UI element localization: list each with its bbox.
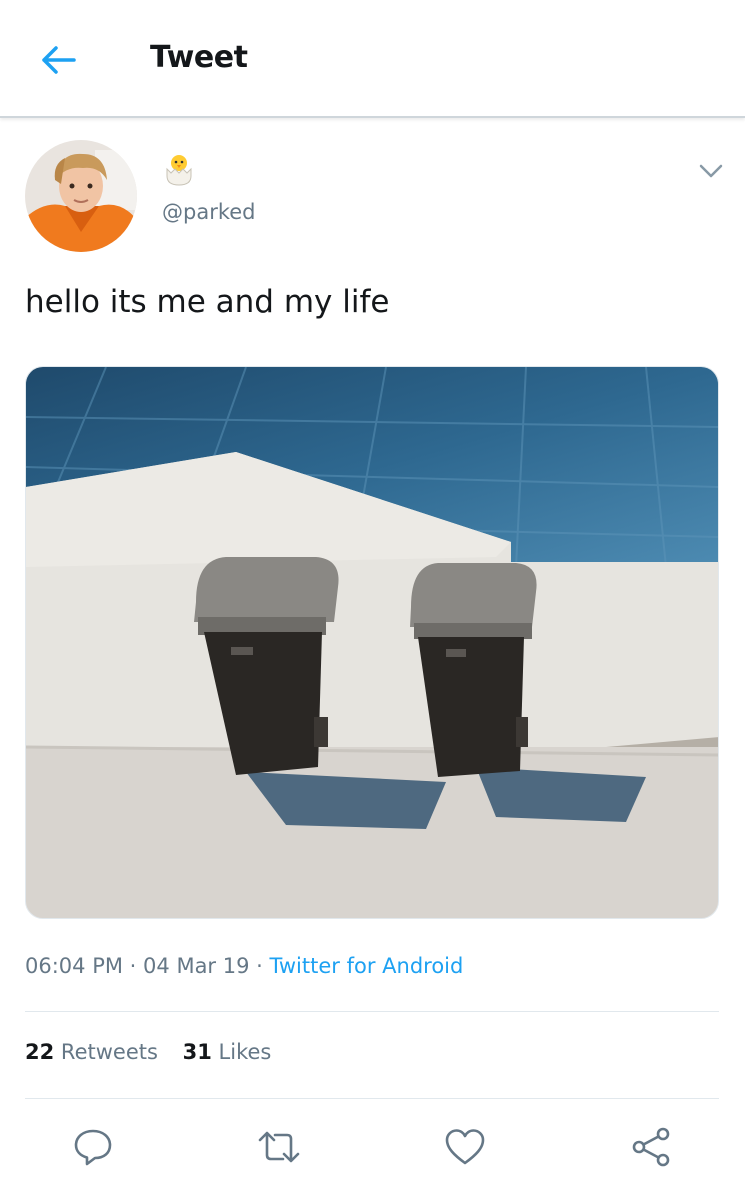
tweet-source-link[interactable]: Twitter for Android <box>270 954 464 978</box>
likes-count: 31 <box>182 1040 212 1064</box>
avatar[interactable] <box>25 140 137 252</box>
share-icon <box>632 1127 670 1167</box>
arrow-left-icon <box>42 46 76 74</box>
tweet-text: hello its me and my life <box>25 284 390 320</box>
tweet-timestamp: 06:04 PM · 04 Mar 19 · Twitter for Andro… <box>25 954 463 978</box>
retweets-count: 22 <box>25 1040 55 1064</box>
tweet-options-button[interactable] <box>697 160 725 182</box>
page-title: Tweet <box>150 40 248 75</box>
back-button[interactable] <box>36 38 80 82</box>
share-button[interactable] <box>626 1122 676 1172</box>
tweet-date: 04 Mar 19 <box>143 954 250 978</box>
chevron-down-icon <box>699 164 723 178</box>
tweet-media[interactable] <box>25 366 719 919</box>
like-icon <box>445 1129 485 1165</box>
likes-label: Likes <box>218 1040 272 1064</box>
meta-separator: · <box>129 954 137 978</box>
reply-icon <box>74 1129 112 1166</box>
display-name[interactable] <box>164 152 196 188</box>
tweet-time: 06:04 PM <box>25 954 123 978</box>
divider <box>25 1011 719 1012</box>
meta-separator: · <box>256 954 263 978</box>
user-handle[interactable]: @parked <box>162 200 256 224</box>
likes-stat[interactable]: 31 Likes <box>183 1040 272 1064</box>
retweet-button[interactable] <box>254 1122 304 1172</box>
divider <box>25 1098 719 1099</box>
retweets-stat[interactable]: 22 Retweets <box>25 1040 158 1064</box>
hatching-chick-emoji-icon <box>166 155 192 186</box>
tweet-stats: 22 Retweets 31 Likes <box>25 1040 289 1064</box>
like-button[interactable] <box>440 1122 490 1172</box>
retweet-icon <box>258 1131 300 1163</box>
photo-two-trash-bins <box>26 367 718 918</box>
retweets-label: Retweets <box>60 1040 158 1064</box>
reply-button[interactable] <box>68 1122 118 1172</box>
avatar-photo <box>25 140 137 252</box>
top-bar: Tweet <box>0 0 745 118</box>
